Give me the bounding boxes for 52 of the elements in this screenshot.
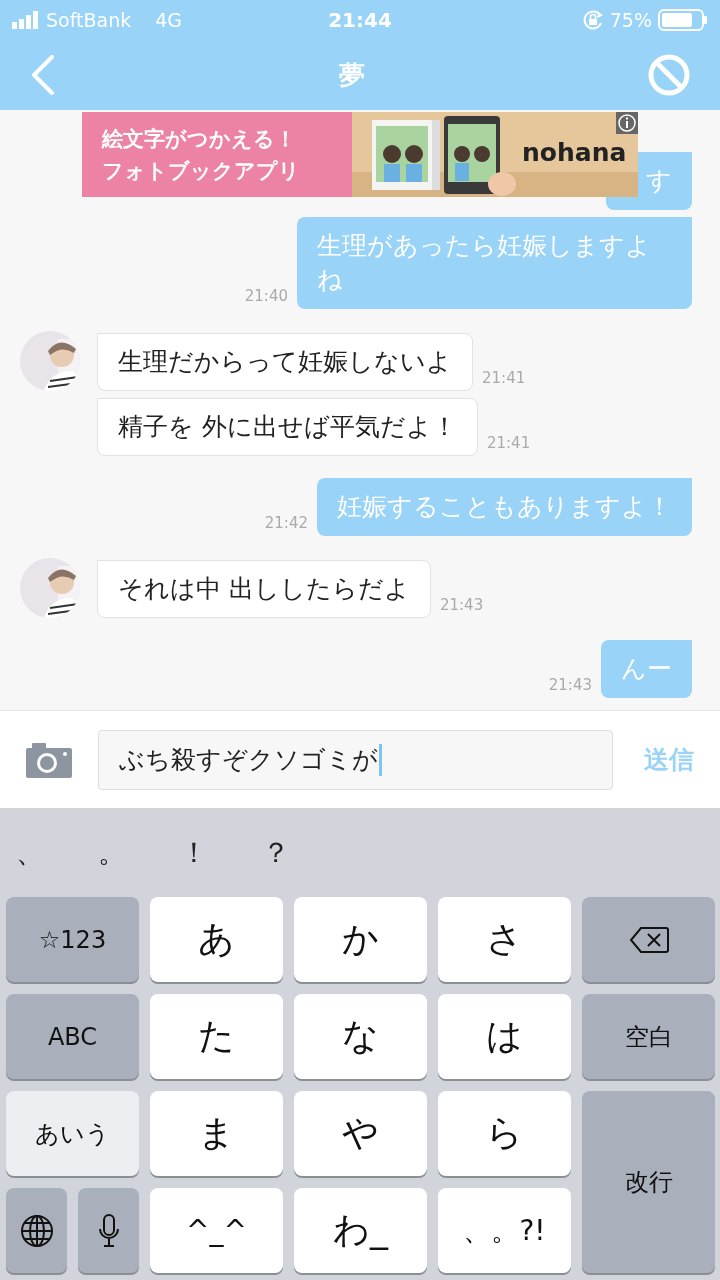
keyboard-key[interactable]: は (438, 994, 571, 1079)
message-bubble: 妊娠することもありますよ！ (317, 478, 692, 536)
message-bubble: 生理だからって妊娠しないよ (97, 333, 473, 391)
info-icon[interactable] (616, 112, 638, 134)
keyboard-key[interactable]: 改行 (582, 1091, 715, 1273)
globe-icon (19, 1213, 54, 1248)
suggestion-key[interactable]: 。 (98, 833, 180, 872)
status-time: 21:44 (328, 8, 392, 32)
ad-subline: フォトブックアプリ (102, 157, 300, 185)
keyboard-key[interactable]: あいう (6, 1091, 139, 1176)
keyboard-key[interactable] (78, 1188, 139, 1273)
message-time: 21:41 (486, 434, 531, 452)
keyboard-key[interactable]: ら (438, 1091, 571, 1176)
message-time: 21:42 (264, 514, 308, 532)
suggestion-key[interactable]: 、 (16, 833, 98, 872)
keyboard-key[interactable]: ABC (6, 994, 139, 1079)
message-time: 21:41 (482, 369, 526, 387)
message-bubble: 生理があったら妊娠しますよね (297, 217, 692, 309)
message-bubble: 精子を 外に出せば平気だよ！ (97, 398, 478, 456)
battery-percent: 75% (609, 9, 652, 31)
ad-headline: 絵文字がつかえる！ (102, 125, 296, 153)
keyboard-key[interactable]: 空白 (582, 994, 715, 1079)
keyboard-key[interactable]: ま (150, 1091, 283, 1176)
message-time: 21:43 (548, 676, 592, 694)
microphone-icon (98, 1213, 119, 1248)
keyboard-key[interactable]: な (294, 994, 427, 1079)
keyboard-key[interactable]: た (150, 994, 283, 1079)
suggestion-key[interactable]: ？ (262, 833, 344, 872)
camera-icon[interactable] (26, 741, 72, 778)
keyboard-key[interactable]: ☆123 (6, 897, 139, 982)
keyboard-key[interactable] (6, 1188, 67, 1273)
keyboard-key[interactable]: か (294, 897, 427, 982)
chat-title: 夢 (339, 58, 365, 92)
keyboard-key[interactable]: あ (150, 897, 283, 982)
backspace-icon (628, 925, 669, 954)
keyboard-key[interactable]: や (294, 1091, 427, 1176)
network-type: 4G (155, 9, 183, 31)
rotation-lock-icon (581, 9, 604, 31)
keyboard-key[interactable]: ^_^ (150, 1188, 283, 1273)
carrier-name: SoftBank (46, 9, 132, 31)
message-input[interactable]: ぶち殺すぞクソゴミが (98, 729, 613, 790)
message-bubble: それは中 出ししたらだよ (97, 560, 431, 618)
keyboard-key[interactable] (582, 897, 715, 982)
message-bubble: んー (601, 640, 692, 698)
message-time: 21:43 (439, 596, 484, 614)
battery-icon (658, 9, 708, 31)
keyboard-key[interactable]: さ (438, 897, 571, 982)
keyboard-key[interactable]: 、。?! (438, 1188, 571, 1273)
signal-icon (12, 11, 40, 29)
message-time: 21:40 (244, 287, 288, 305)
keyboard-key[interactable]: わ_ (294, 1188, 427, 1273)
suggestion-key[interactable]: ！ (180, 833, 262, 872)
